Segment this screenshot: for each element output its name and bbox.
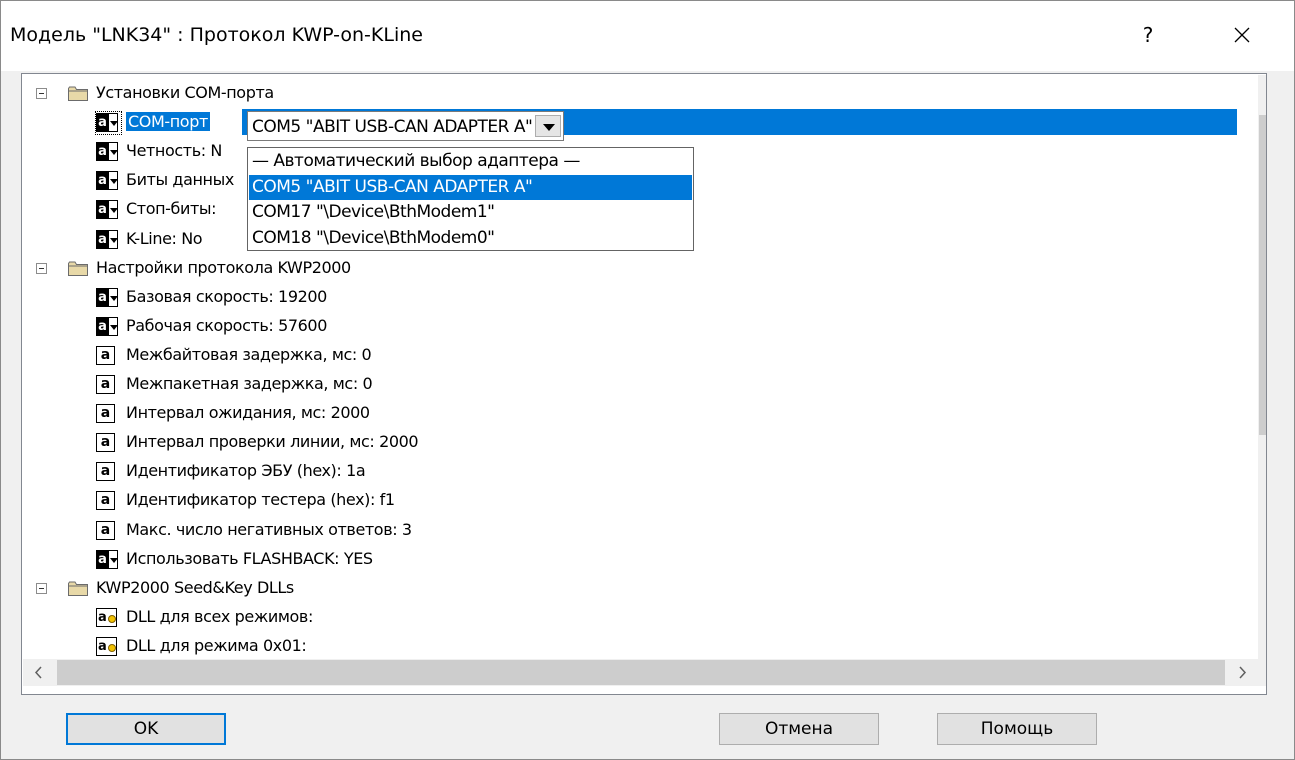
horizontal-scroll-thumb[interactable] [57, 660, 1225, 685]
com-port-combo-value: COM5 "ABIT USB-CAN ADAPTER A" [252, 117, 533, 137]
tree-item-label: COM-порт [126, 112, 210, 132]
tree-item-label: Стоп-биты: [126, 199, 217, 219]
dropdown-arrow-button[interactable] [535, 115, 561, 137]
folder-icon [68, 86, 88, 101]
dll-param-icon: a [96, 636, 117, 656]
dropdown-option[interactable]: COM17 "\Device\BthModem1" [249, 200, 692, 225]
tree-group-label: KWP2000 Seed&Key DLLs [96, 577, 294, 597]
dropdown-option[interactable]: COM5 "ABIT USB-CAN ADAPTER A" [249, 174, 692, 200]
folder-icon [68, 581, 88, 596]
collapse-toggle[interactable] [36, 88, 47, 99]
tree-item-label: DLL для режима 0x01: [126, 635, 307, 655]
vertical-scrollbar[interactable] [1258, 75, 1266, 659]
scroll-corner [1258, 659, 1266, 686]
tree-item-label: Идентификатор тестера (hex): f1 [126, 490, 395, 510]
tree-item-label: DLL для всех режимов: [126, 606, 313, 626]
help-button[interactable]: Помощь [937, 713, 1097, 745]
tree-item-label: Макс. число негативных ответов: 3 [126, 519, 412, 539]
text-param-icon: a [96, 345, 115, 365]
tree-item-label: Рабочая скорость: 57600 [126, 315, 327, 335]
tree-item-label: Межбайтовая задержка, мс: 0 [126, 344, 372, 364]
tree-item-row[interactable]: a Использовать FLASHBACK: YES [22, 545, 1238, 574]
tree-item-label: Использовать FLASHBACK: YES [126, 548, 373, 568]
tree-item-row[interactable]: a Идентификатор ЭБУ (hex): 1a [22, 457, 1238, 486]
tree-item-row[interactable]: a Рабочая скорость: 57600 [22, 312, 1238, 341]
tree-item-row[interactable]: a DLL для всех режимов: [22, 603, 1238, 632]
chevron-up-icon [1265, 94, 1266, 95]
combo-param-icon: a [96, 549, 118, 569]
tree-group-row[interactable]: KWP2000 Seed&Key DLLs [22, 574, 1238, 603]
tree-item-row[interactable]: a Идентификатор тестера (hex): f1 [22, 486, 1238, 515]
window-title: Модель "LNK34" : Протокол KWP-on-KLine [10, 24, 423, 46]
tree-item-row[interactable]: a Межпакетная задержка, мс: 0 [22, 370, 1238, 399]
tree-group-row[interactable]: Установки COM-порта [22, 79, 1238, 108]
scroll-down-button[interactable] [1258, 627, 1266, 659]
tree-item-label: Четность: N [126, 141, 222, 161]
text-param-icon: a [96, 491, 115, 511]
tree-item-label: Идентификатор ЭБУ (hex): 1a [126, 461, 366, 481]
tree-item-row[interactable]: a Интервал проверки линии, мс: 2000 [22, 428, 1238, 457]
combo-param-icon: a [96, 142, 118, 162]
collapse-toggle[interactable] [36, 262, 47, 274]
close-icon [1234, 27, 1250, 43]
collapse-toggle[interactable] [36, 582, 47, 594]
chevron-right-icon [1239, 666, 1247, 679]
close-button[interactable] [1218, 15, 1266, 55]
tree-item-label: Интервал проверки линии, мс: 2000 [126, 432, 419, 452]
folder-icon [68, 261, 88, 276]
tree-item-label: Биты данных [126, 170, 234, 190]
text-param-icon: a [96, 433, 115, 453]
combo-param-icon: a [96, 171, 118, 191]
text-param-icon: a [96, 375, 115, 394]
text-param-icon: a [96, 462, 115, 482]
dropdown-option[interactable]: — Автоматический выбор адаптера — [249, 149, 692, 174]
title-bar[interactable]: Модель "LNK34" : Протокол KWP-on-KLine ? [1, 1, 1294, 71]
horizontal-scrollbar[interactable] [23, 659, 1258, 686]
text-param-icon: a [96, 520, 115, 540]
tree-item-row[interactable]: a Межбайтовая задержка, мс: 0 [22, 341, 1238, 370]
tree-item-label: K-Line: No [126, 228, 203, 248]
tree-item-label: Базовая скорость: 19200 [126, 286, 327, 306]
com-port-dropdown-list: — Автоматический выбор адаптера — COM5 "A… [247, 147, 694, 251]
tree-item-row[interactable]: a Базовая скорость: 19200 [22, 283, 1238, 312]
tree-item-label: Межпакетная задержка, мс: 0 [126, 374, 373, 393]
tree-item-label: Интервал ожидания, мс: 2000 [126, 403, 370, 423]
tree-item-row[interactable]: a Интервал ожидания, мс: 2000 [22, 399, 1238, 428]
dll-param-icon: a [96, 607, 117, 627]
help-title-button[interactable]: ? [1128, 15, 1168, 55]
combo-param-icon: a [96, 287, 118, 307]
focus-rect [95, 111, 122, 136]
scroll-up-button[interactable] [1258, 75, 1266, 107]
chevron-down-icon [1265, 639, 1266, 640]
com-port-combo[interactable]: COM5 "ABIT USB-CAN ADAPTER A" [247, 111, 564, 141]
tree-item-row[interactable]: a COM-порт [22, 108, 1238, 137]
dropdown-option[interactable]: COM18 "\Device\BthModem0" [249, 226, 692, 251]
tree-group-label: Установки COM-порта [96, 83, 274, 102]
text-param-icon: a [96, 404, 115, 424]
combo-param-icon: a [96, 229, 118, 249]
vertical-scroll-thumb[interactable] [1259, 115, 1266, 435]
chevron-left-icon [34, 666, 42, 679]
combo-param-icon: a [96, 200, 118, 220]
tree-item-row[interactable]: a Макс. число негативных ответов: 3 [22, 516, 1238, 545]
tree-group-label: Настройки протокола KWP2000 [96, 257, 351, 277]
scroll-left-button[interactable] [23, 659, 55, 686]
dialog-window: Модель "LNK34" : Протокол KWP-on-KLine ?… [0, 0, 1295, 760]
tree-group-row[interactable]: Настройки протокола KWP2000 [22, 254, 1238, 283]
tree-item-row[interactable]: a DLL для режима 0x01: [22, 632, 1238, 658]
scroll-right-button[interactable] [1226, 659, 1258, 686]
cancel-button[interactable]: Отмена [719, 713, 879, 745]
combo-param-icon: a [96, 316, 118, 336]
ok-button[interactable]: OK [66, 713, 226, 745]
